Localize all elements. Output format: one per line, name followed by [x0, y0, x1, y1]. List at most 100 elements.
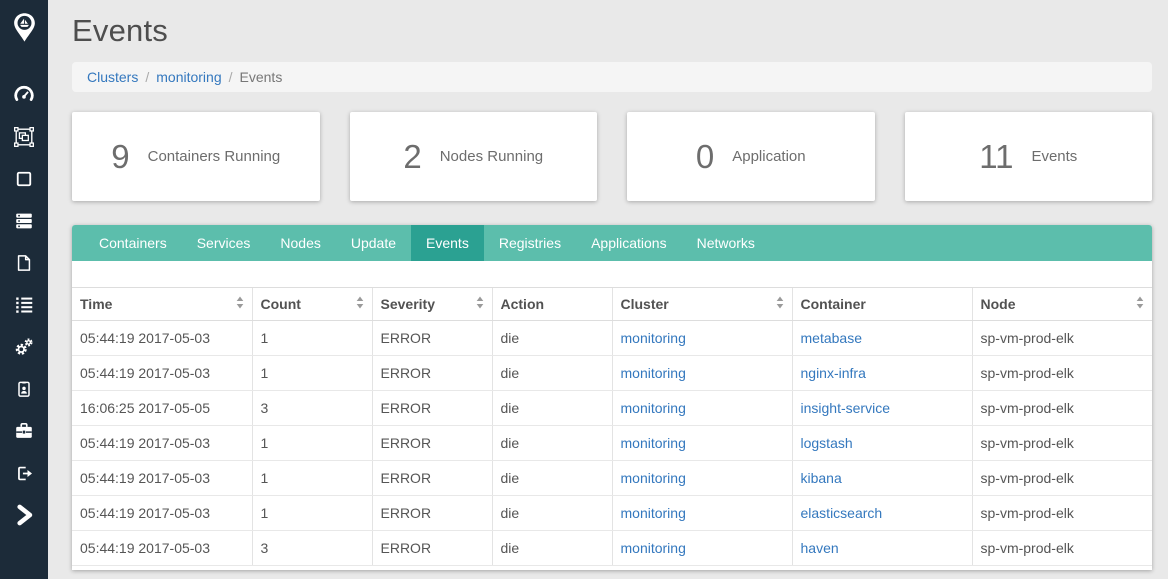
cell-container: metabase — [791, 320, 972, 356]
tab-applications[interactable]: Applications — [576, 225, 682, 261]
dashboard-gauge-icon — [13, 84, 35, 106]
tab-nodes[interactable]: Nodes — [265, 225, 335, 261]
cell-node: sp-vm-prod-elk — [971, 425, 1152, 461]
logo-pin-boat-icon — [11, 12, 38, 43]
column-header-container: Container — [791, 287, 972, 321]
cluster-link[interactable]: monitoring — [621, 365, 686, 381]
stat-label: Containers Running — [147, 148, 281, 165]
cell-severity: ERROR — [371, 390, 492, 426]
sort-icon — [476, 296, 484, 312]
stat-value: 9 — [111, 137, 130, 175]
id-badge-icon — [14, 379, 34, 399]
container-link[interactable]: haven — [801, 540, 839, 556]
container-link[interactable]: logstash — [801, 435, 853, 451]
events-table-wrap: Time Count Severity Action Cluster Conta… — [72, 261, 1152, 570]
cluster-link[interactable]: monitoring — [621, 435, 686, 451]
breadcrumb: Clusters / monitoring / Events — [72, 62, 1152, 92]
cell-cluster: monitoring — [611, 460, 792, 496]
sidebar-item-sign-out[interactable] — [0, 452, 48, 494]
cell-action: die — [491, 460, 612, 496]
cell-node: sp-vm-prod-elk — [971, 495, 1152, 531]
sidebar-item-settings[interactable] — [0, 326, 48, 368]
tab-services[interactable]: Services — [182, 225, 266, 261]
breadcrumb-clusters-link[interactable]: Clusters — [87, 69, 138, 85]
stat-label: Events — [1031, 148, 1078, 165]
page-title: Events — [72, 13, 168, 48]
breadcrumb-current: Events — [239, 69, 283, 85]
stat-value: 11 — [979, 137, 1014, 175]
cell-time: 05:44:19 2017-05-03 — [72, 320, 252, 356]
table-row: 05:44:19 2017-05-03 1 ERROR die monitori… — [72, 355, 1152, 391]
cell-time: 05:44:19 2017-05-03 — [72, 460, 252, 496]
container-link[interactable]: nginx-infra — [801, 365, 866, 381]
column-header-time[interactable]: Time — [72, 287, 252, 321]
tab-events[interactable]: Events — [411, 225, 484, 261]
column-header-action: Action — [491, 287, 612, 321]
sidebar-item-toolbox[interactable] — [0, 410, 48, 452]
sidebar-item-images[interactable] — [0, 242, 48, 284]
cell-severity: ERROR — [371, 320, 492, 356]
column-header-severity[interactable]: Severity — [371, 287, 492, 321]
sidebar-nav — [0, 74, 48, 536]
cell-container: insight-service — [791, 390, 972, 426]
stat-value: 0 — [695, 137, 715, 175]
sort-icon — [356, 296, 364, 312]
table-row: 16:06:25 2017-05-05 3 ERROR die monitori… — [72, 390, 1152, 426]
cell-severity: ERROR — [371, 355, 492, 391]
breadcrumb-monitoring-link[interactable]: monitoring — [156, 69, 221, 85]
cluster-link[interactable]: monitoring — [621, 540, 686, 556]
sidebar-item-nodes[interactable] — [0, 200, 48, 242]
column-header-node[interactable]: Node — [971, 287, 1152, 321]
breadcrumb-separator: / — [145, 69, 150, 85]
cell-action: die — [491, 425, 612, 461]
tab-networks[interactable]: Networks — [682, 225, 770, 261]
stat-label: Application — [732, 148, 806, 165]
main-content: Events Clusters / monitoring / Events 9 Cont… — [48, 13, 1168, 570]
sign-out-icon — [15, 464, 34, 483]
sidebar-item-dashboard[interactable] — [0, 74, 48, 116]
sidebar-item-accounts[interactable] — [0, 368, 48, 410]
settings-gears-icon — [13, 336, 35, 358]
cell-node: sp-vm-prod-elk — [971, 390, 1152, 426]
cluster-link[interactable]: monitoring — [621, 400, 686, 416]
sidebar-item-clusters[interactable] — [0, 116, 48, 158]
cell-time: 05:44:19 2017-05-03 — [72, 425, 252, 461]
cell-count: 3 — [251, 530, 372, 566]
sort-icon — [1136, 296, 1144, 312]
column-header-cluster[interactable]: Cluster — [611, 287, 792, 321]
tab-update[interactable]: Update — [336, 225, 411, 261]
sidebar-expand-toggle[interactable] — [0, 494, 48, 536]
list-icon — [13, 294, 35, 316]
app-logo[interactable] — [0, 11, 48, 43]
expand-chevron-icon — [11, 502, 37, 528]
cluster-detail-panel: Containers Services Nodes Update Events … — [72, 225, 1152, 570]
cell-count: 1 — [251, 320, 372, 356]
table-row: 05:44:19 2017-05-03 1 ERROR die monitori… — [72, 495, 1152, 531]
cell-time: 05:44:19 2017-05-03 — [72, 355, 252, 391]
container-link[interactable]: insight-service — [801, 400, 890, 416]
cell-count: 1 — [251, 460, 372, 496]
stat-label: Nodes Running — [439, 148, 544, 165]
sidebar-item-containers[interactable] — [0, 158, 48, 200]
cell-container: elasticsearch — [791, 495, 972, 531]
container-link[interactable]: elasticsearch — [801, 505, 883, 521]
table-row: 05:44:19 2017-05-03 1 ERROR die monitori… — [72, 425, 1152, 461]
tab-registries[interactable]: Registries — [484, 225, 576, 261]
column-header-count[interactable]: Count — [251, 287, 372, 321]
container-link[interactable]: kibana — [801, 470, 842, 486]
cell-action: die — [491, 390, 612, 426]
cluster-link[interactable]: monitoring — [621, 330, 686, 346]
breadcrumb-separator: / — [228, 69, 233, 85]
sort-icon — [776, 296, 784, 312]
cell-cluster: monitoring — [611, 390, 792, 426]
cell-container: haven — [791, 530, 972, 566]
cluster-link[interactable]: monitoring — [621, 470, 686, 486]
cell-severity: ERROR — [371, 495, 492, 531]
container-link[interactable]: metabase — [801, 330, 862, 346]
container-square-icon — [14, 169, 34, 189]
sidebar-item-events-list[interactable] — [0, 284, 48, 326]
cluster-link[interactable]: monitoring — [621, 505, 686, 521]
cell-severity: ERROR — [371, 460, 492, 496]
tab-bar: Containers Services Nodes Update Events … — [72, 225, 1152, 261]
tab-containers[interactable]: Containers — [84, 225, 182, 261]
